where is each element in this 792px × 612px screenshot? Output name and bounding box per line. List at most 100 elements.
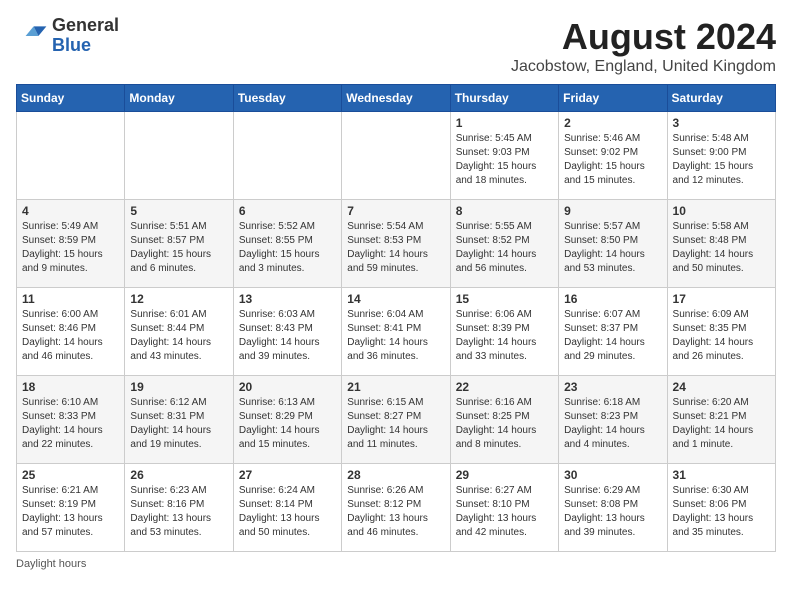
day-number: 11 <box>22 292 119 306</box>
calendar-cell: 16 Sunrise: 6:07 AM Sunset: 8:37 PM Dayli… <box>559 288 667 376</box>
calendar-cell: 11 Sunrise: 6:00 AM Sunset: 8:46 PM Dayli… <box>17 288 125 376</box>
day-info: Sunrise: 5:55 AM Sunset: 8:52 PM Dayligh… <box>456 220 553 276</box>
calendar-cell: 18 Sunrise: 6:10 AM Sunset: 8:33 PM Dayli… <box>17 376 125 464</box>
calendar-cell: 12 Sunrise: 6:01 AM Sunset: 8:44 PM Dayli… <box>125 288 233 376</box>
calendar-cell: 21 Sunrise: 6:15 AM Sunset: 8:27 PM Dayli… <box>342 376 450 464</box>
day-info: Sunrise: 6:20 AM Sunset: 8:21 PM Dayligh… <box>673 396 770 452</box>
day-number: 1 <box>456 116 553 130</box>
day-info: Sunrise: 6:21 AM Sunset: 8:19 PM Dayligh… <box>22 484 119 540</box>
day-number: 9 <box>564 204 661 218</box>
calendar-cell: 26 Sunrise: 6:23 AM Sunset: 8:16 PM Dayli… <box>125 464 233 552</box>
day-info: Sunrise: 6:18 AM Sunset: 8:23 PM Dayligh… <box>564 396 661 452</box>
calendar-row: 4Sunrise: 5:49 AM Sunset: 8:59 PM Daylig… <box>17 200 776 288</box>
logo-icon <box>16 20 48 52</box>
month-title: August 2024 <box>511 16 776 58</box>
day-info: Sunrise: 6:16 AM Sunset: 8:25 PM Dayligh… <box>456 396 553 452</box>
calendar-cell: 27 Sunrise: 6:24 AM Sunset: 8:14 PM Dayli… <box>233 464 341 552</box>
day-info: Sunrise: 6:09 AM Sunset: 8:35 PM Dayligh… <box>673 308 770 364</box>
header-day: Monday <box>125 85 233 112</box>
day-number: 27 <box>239 468 336 482</box>
day-number: 26 <box>130 468 227 482</box>
calendar-cell: 15 Sunrise: 6:06 AM Sunset: 8:39 PM Dayli… <box>450 288 558 376</box>
calendar-table: SundayMondayTuesdayWednesdayThursdayFrid… <box>16 84 776 552</box>
day-info: Sunrise: 5:57 AM Sunset: 8:50 PM Dayligh… <box>564 220 661 276</box>
day-number: 31 <box>673 468 770 482</box>
day-number: 15 <box>456 292 553 306</box>
day-number: 3 <box>673 116 770 130</box>
header-row: SundayMondayTuesdayWednesdayThursdayFrid… <box>17 85 776 112</box>
day-info: Sunrise: 5:51 AM Sunset: 8:57 PM Dayligh… <box>130 220 227 276</box>
day-info: Sunrise: 6:30 AM Sunset: 8:06 PM Dayligh… <box>673 484 770 540</box>
logo-general: General <box>52 16 119 36</box>
header-day: Wednesday <box>342 85 450 112</box>
calendar-cell: 5 Sunrise: 5:51 AM Sunset: 8:57 PM Daylig… <box>125 200 233 288</box>
day-info: Sunrise: 6:10 AM Sunset: 8:33 PM Dayligh… <box>22 396 119 452</box>
day-number: 24 <box>673 380 770 394</box>
header-day: Sunday <box>17 85 125 112</box>
day-number: 14 <box>347 292 444 306</box>
calendar-cell: 14 Sunrise: 6:04 AM Sunset: 8:41 PM Dayli… <box>342 288 450 376</box>
calendar-cell: 22 Sunrise: 6:16 AM Sunset: 8:25 PM Dayli… <box>450 376 558 464</box>
calendar-cell: 8Sunrise: 5:55 AM Sunset: 8:52 PM Daylig… <box>450 200 558 288</box>
day-info: Sunrise: 6:15 AM Sunset: 8:27 PM Dayligh… <box>347 396 444 452</box>
day-number: 12 <box>130 292 227 306</box>
location: Jacobstow, England, United Kingdom <box>511 58 776 76</box>
calendar-cell <box>342 112 450 200</box>
day-info: Sunrise: 5:46 AM Sunset: 9:02 PM Dayligh… <box>564 132 661 188</box>
calendar-cell <box>17 112 125 200</box>
day-info: Sunrise: 6:27 AM Sunset: 8:10 PM Dayligh… <box>456 484 553 540</box>
calendar-cell: 3 Sunrise: 5:48 AM Sunset: 9:00 PM Daylig… <box>667 112 775 200</box>
day-number: 21 <box>347 380 444 394</box>
day-info: Sunrise: 6:07 AM Sunset: 8:37 PM Dayligh… <box>564 308 661 364</box>
day-number: 16 <box>564 292 661 306</box>
logo: General Blue <box>16 16 119 56</box>
day-info: Sunrise: 6:04 AM Sunset: 8:41 PM Dayligh… <box>347 308 444 364</box>
header-day: Tuesday <box>233 85 341 112</box>
day-number: 7 <box>347 204 444 218</box>
calendar-header: SundayMondayTuesdayWednesdayThursdayFrid… <box>17 85 776 112</box>
day-info: Sunrise: 6:24 AM Sunset: 8:14 PM Dayligh… <box>239 484 336 540</box>
day-number: 30 <box>564 468 661 482</box>
day-info: Sunrise: 6:26 AM Sunset: 8:12 PM Dayligh… <box>347 484 444 540</box>
calendar-cell: 10 Sunrise: 5:58 AM Sunset: 8:48 PM Dayli… <box>667 200 775 288</box>
day-number: 6 <box>239 204 336 218</box>
calendar-cell <box>233 112 341 200</box>
page-header: General Blue August 2024 Jacobstow, Engl… <box>16 16 776 76</box>
day-info: Sunrise: 6:03 AM Sunset: 8:43 PM Dayligh… <box>239 308 336 364</box>
day-number: 28 <box>347 468 444 482</box>
calendar-cell: 13Sunrise: 6:03 AM Sunset: 8:43 PM Dayli… <box>233 288 341 376</box>
day-info: Sunrise: 6:06 AM Sunset: 8:39 PM Dayligh… <box>456 308 553 364</box>
calendar-cell: 31 Sunrise: 6:30 AM Sunset: 8:06 PM Dayli… <box>667 464 775 552</box>
logo-text: General Blue <box>52 16 119 56</box>
footer-note: Daylight hours <box>16 558 776 570</box>
day-number: 22 <box>456 380 553 394</box>
day-number: 29 <box>456 468 553 482</box>
calendar-cell: 2Sunrise: 5:46 AM Sunset: 9:02 PM Daylig… <box>559 112 667 200</box>
day-number: 18 <box>22 380 119 394</box>
day-number: 4 <box>22 204 119 218</box>
calendar-cell: 24 Sunrise: 6:20 AM Sunset: 8:21 PM Dayli… <box>667 376 775 464</box>
calendar-cell: 17Sunrise: 6:09 AM Sunset: 8:35 PM Dayli… <box>667 288 775 376</box>
calendar-row: 25 Sunrise: 6:21 AM Sunset: 8:19 PM Dayli… <box>17 464 776 552</box>
calendar-cell: 9 Sunrise: 5:57 AM Sunset: 8:50 PM Daylig… <box>559 200 667 288</box>
daylight-label: Daylight hours <box>16 558 86 570</box>
day-info: Sunrise: 5:48 AM Sunset: 9:00 PM Dayligh… <box>673 132 770 188</box>
calendar-cell: 29 Sunrise: 6:27 AM Sunset: 8:10 PM Dayli… <box>450 464 558 552</box>
day-info: Sunrise: 5:58 AM Sunset: 8:48 PM Dayligh… <box>673 220 770 276</box>
calendar-cell: 20Sunrise: 6:13 AM Sunset: 8:29 PM Dayli… <box>233 376 341 464</box>
calendar-cell: 28 Sunrise: 6:26 AM Sunset: 8:12 PM Dayli… <box>342 464 450 552</box>
day-number: 25 <box>22 468 119 482</box>
calendar-cell: 19 Sunrise: 6:12 AM Sunset: 8:31 PM Dayli… <box>125 376 233 464</box>
day-number: 10 <box>673 204 770 218</box>
calendar-cell: 30Sunrise: 6:29 AM Sunset: 8:08 PM Dayli… <box>559 464 667 552</box>
calendar-cell: 23Sunrise: 6:18 AM Sunset: 8:23 PM Dayli… <box>559 376 667 464</box>
day-info: Sunrise: 6:01 AM Sunset: 8:44 PM Dayligh… <box>130 308 227 364</box>
calendar-cell: 4Sunrise: 5:49 AM Sunset: 8:59 PM Daylig… <box>17 200 125 288</box>
day-number: 19 <box>130 380 227 394</box>
day-number: 5 <box>130 204 227 218</box>
header-day: Thursday <box>450 85 558 112</box>
day-info: Sunrise: 6:23 AM Sunset: 8:16 PM Dayligh… <box>130 484 227 540</box>
calendar-cell: 1Sunrise: 5:45 AM Sunset: 9:03 PM Daylig… <box>450 112 558 200</box>
day-info: Sunrise: 6:00 AM Sunset: 8:46 PM Dayligh… <box>22 308 119 364</box>
day-info: Sunrise: 6:12 AM Sunset: 8:31 PM Dayligh… <box>130 396 227 452</box>
